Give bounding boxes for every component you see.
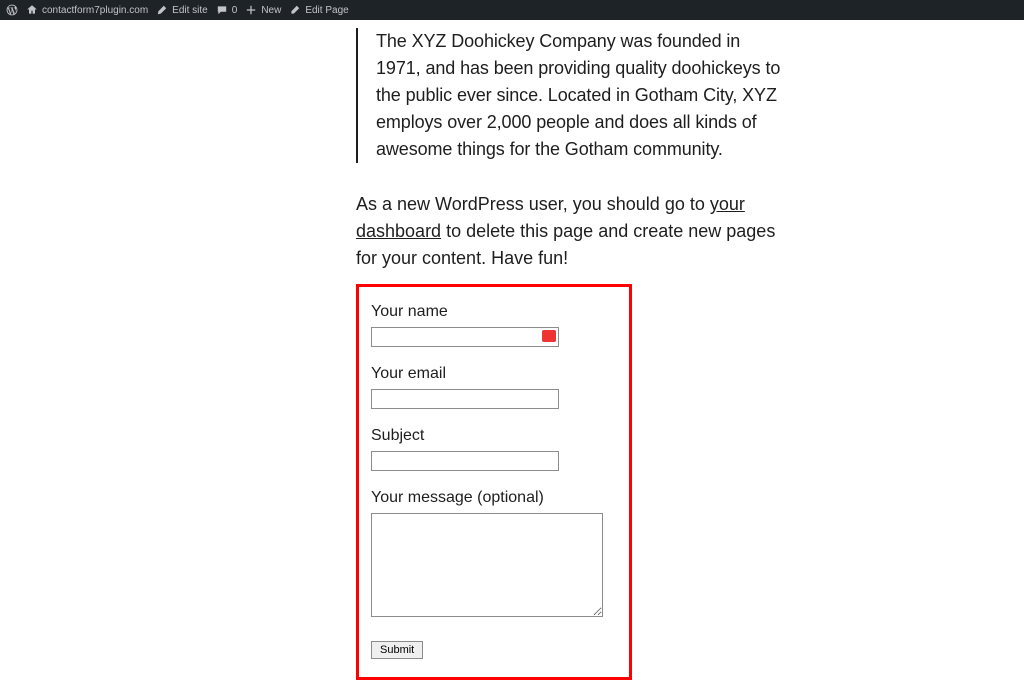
comments-link[interactable]: 0: [216, 4, 238, 16]
edit-page-link[interactable]: Edit Page: [289, 4, 348, 16]
email-label: Your email: [371, 365, 617, 383]
new-content-link[interactable]: New: [245, 4, 281, 16]
page-wrap: The XYZ Doohickey Company was founded in…: [0, 20, 1024, 680]
subject-group: Subject: [371, 427, 617, 471]
name-input[interactable]: [371, 327, 559, 347]
edit-site-link[interactable]: Edit site: [156, 4, 208, 16]
blockquote-text: The XYZ Doohickey Company was founded in…: [376, 28, 786, 163]
message-group: Your message (optional): [371, 489, 617, 622]
message-label: Your message (optional): [371, 489, 617, 507]
name-label: Your name: [371, 303, 617, 321]
wordpress-icon: [6, 4, 18, 16]
submit-button[interactable]: Submit: [371, 641, 423, 659]
subject-input[interactable]: [371, 451, 559, 471]
intro-paragraph: As a new WordPress user, you should go t…: [356, 191, 786, 272]
brush-icon: [156, 4, 168, 16]
email-group: Your email: [371, 365, 617, 409]
new-label: New: [261, 5, 281, 16]
autofill-icon[interactable]: [542, 330, 556, 342]
blockquote: The XYZ Doohickey Company was founded in…: [356, 28, 786, 163]
name-group: Your name: [371, 303, 617, 347]
subject-label: Subject: [371, 427, 617, 445]
site-name-label: contactform7plugin.com: [42, 5, 148, 16]
edit-site-label: Edit site: [172, 5, 208, 16]
content-column: The XYZ Doohickey Company was founded in…: [356, 20, 786, 680]
site-name-link[interactable]: contactform7plugin.com: [26, 4, 148, 16]
contact-form: Your name Your email Subject Your messag…: [356, 284, 632, 680]
plus-icon: [245, 4, 257, 16]
comment-icon: [216, 4, 228, 16]
home-icon: [26, 4, 38, 16]
wp-admin-bar: contactform7plugin.com Edit site 0 New E…: [0, 0, 1024, 20]
edit-page-label: Edit Page: [305, 5, 348, 16]
comments-count: 0: [232, 5, 238, 16]
message-textarea[interactable]: [371, 513, 603, 617]
paragraph-pre: As a new WordPress user, you should go t…: [356, 194, 710, 214]
pencil-icon: [289, 4, 301, 16]
wp-logo[interactable]: [6, 4, 18, 16]
email-input[interactable]: [371, 389, 559, 409]
